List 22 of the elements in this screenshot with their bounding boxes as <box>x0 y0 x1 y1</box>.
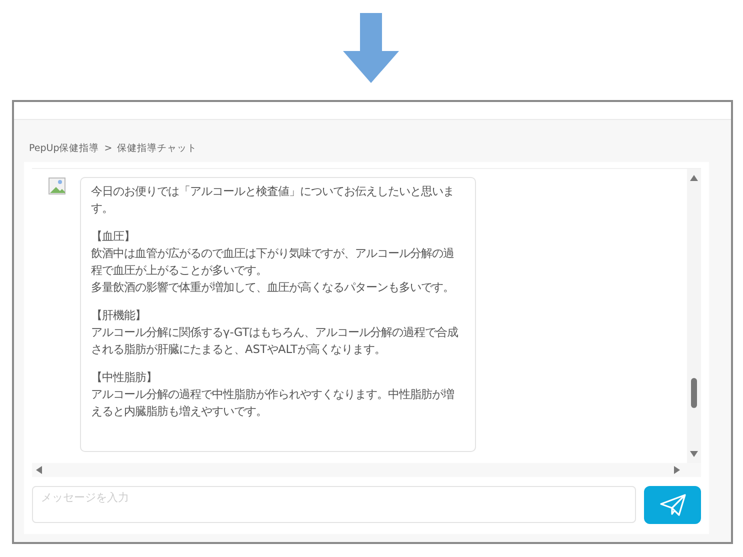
broken-image-icon <box>48 177 66 195</box>
message-text: 多量飲酒の影響で体重が増加して、血圧が高くなるパターンも多いです。 <box>91 279 455 296</box>
vertical-scrollbar[interactable] <box>687 169 701 463</box>
scroll-right-icon[interactable] <box>673 465 681 475</box>
breadcrumb-link[interactable]: PepUp保健指導 <box>29 142 100 154</box>
breadcrumb-current: 保健指導チャット <box>117 142 198 154</box>
down-arrow-icon <box>343 13 399 83</box>
send-icon <box>658 493 686 517</box>
message-text: 【肝機能】 <box>91 307 147 324</box>
horizontal-scrollbar[interactable] <box>32 463 701 477</box>
scrollbar-thumb[interactable] <box>691 378 697 408</box>
send-button[interactable] <box>644 486 701 524</box>
scroll-up-icon[interactable] <box>689 174 699 182</box>
message-text: 【血圧】 <box>91 228 136 245</box>
message-text: 今日のお便りでは「アルコールと検査値」についてお伝えしたいと思います。 <box>91 183 455 217</box>
message-text: アルコール分解の過程で中性脂肪が作られやすくなります。中性脂肪が増えると内臓脂肪も増えやすいです。 <box>91 386 455 420</box>
breadcrumb-separator: > <box>104 142 112 154</box>
message-text: 飲酒中は血管が広がるので血圧は下がり気味ですが、アルコール分解の過程で血圧が上がることが多いです。 <box>91 245 455 279</box>
message-text: 【中性脂肪】 <box>91 369 158 386</box>
scroll-left-icon[interactable] <box>35 465 43 475</box>
message-text: アルコール分解に関係するγ‐GTはもちろん、アルコール分解の過程で合成される脂肪が肝臓にたまると、ASTやALTが高くなります。 <box>91 324 460 358</box>
scroll-down-icon[interactable] <box>689 450 699 458</box>
